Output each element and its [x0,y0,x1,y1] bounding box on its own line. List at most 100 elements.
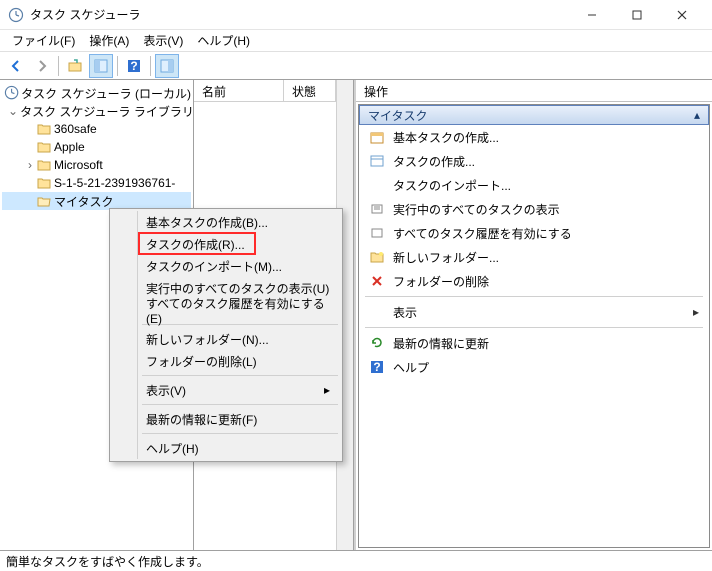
window-title: タスク スケジューラ [30,6,569,23]
expand-icon[interactable]: › [24,158,36,172]
title-bar: タスク スケジューラ [0,0,712,30]
cm-view[interactable]: 表示(V) ▸ [112,379,340,401]
task-icon [369,153,385,169]
tree-library[interactable]: ⌄ タスク スケジューラ ライブラリ [2,102,191,120]
cm-refresh[interactable]: 最新の情報に更新(F) [112,408,340,430]
running-icon [369,201,385,217]
action-label: 実行中のすべてのタスクの表示 [393,201,560,218]
toolbar-separator [117,56,118,76]
toolbar-separator [58,56,59,76]
actions-header-text: マイタスク [368,107,428,124]
tree-item-sid[interactable]: S-1-5-21-2391936761- [2,174,191,192]
close-button[interactable] [659,1,704,29]
action-enable-history[interactable]: すべてのタスク履歴を有効にする [359,221,709,245]
tree-item-apple[interactable]: Apple [2,138,191,156]
cm-create-task[interactable]: タスクの作成(R)... [112,233,340,255]
cm-label: 最新の情報に更新(F) [146,411,257,428]
menu-action[interactable]: 操作(A) [83,30,135,51]
tree-label: 360safe [54,122,97,136]
tree-label: タスク スケジューラ (ローカル) [21,85,191,102]
action-label: タスクのインポート... [393,177,511,194]
tree-root[interactable]: タスク スケジューラ (ローカル) [2,84,191,102]
cm-help[interactable]: ヘルプ(H) [112,437,340,459]
menu-file[interactable]: ファイル(F) [6,30,81,51]
action-label: フォルダーの削除 [393,273,489,290]
cm-separator [142,404,338,405]
actions-header[interactable]: マイタスク ▴ [359,105,709,125]
minimize-button[interactable] [569,1,614,29]
cm-label: 新しいフォルダー(N)... [146,331,269,348]
action-create-task[interactable]: タスクの作成... [359,149,709,173]
col-state[interactable]: 状態 [284,80,336,101]
view-icon [369,304,385,320]
action-label: ヘルプ [393,359,429,376]
action-refresh[interactable]: 最新の情報に更新 [359,331,709,355]
submenu-arrow-icon: ▸ [324,383,330,397]
back-button[interactable] [4,54,28,78]
forward-button[interactable] [30,54,54,78]
cm-separator [142,375,338,376]
action-delete-folder[interactable]: フォルダーの削除 [359,269,709,293]
tree-item-microsoft[interactable]: › Microsoft [2,156,191,174]
show-hide-console-tree-button[interactable] [89,54,113,78]
menu-help[interactable]: ヘルプ(H) [191,30,256,51]
menu-bar: ファイル(F) 操作(A) 表示(V) ヘルプ(H) [0,30,712,52]
maximize-button[interactable] [614,1,659,29]
col-name[interactable]: 名前 [194,80,284,101]
cm-label: ヘルプ(H) [146,440,199,457]
action-label: 表示 [393,304,417,321]
action-create-basic-task[interactable]: 基本タスクの作成... [359,125,709,149]
refresh-icon [369,335,385,351]
cm-import-task[interactable]: タスクのインポート(M)... [112,255,340,277]
tree-label: Microsoft [54,158,103,172]
help-icon[interactable]: ? [122,54,146,78]
tree-label: S-1-5-21-2391936761- [54,176,175,190]
history-icon [369,225,385,241]
cm-label: 表示(V) [146,382,186,399]
up-icon[interactable] [63,54,87,78]
main-area: タスク スケジューラ (ローカル) ⌄ タスク スケジューラ ライブラリ 360… [0,80,712,550]
tree-item-360safe[interactable]: 360safe [2,120,191,138]
cm-delete-folder[interactable]: フォルダーの削除(L) [112,350,340,372]
action-separator [365,296,703,297]
cm-label: タスクのインポート(M)... [146,258,282,275]
action-label: 最新の情報に更新 [393,335,489,352]
task-basic-icon [369,129,385,145]
help-icon: ? [369,359,385,375]
show-hide-action-pane-button[interactable] [155,54,179,78]
cm-create-basic-task[interactable]: 基本タスクの作成(B)... [112,211,340,233]
status-bar: 簡単なタスクをすばやく作成します。 [0,550,712,571]
collapse-icon[interactable]: ▴ [694,108,700,122]
action-view[interactable]: 表示 ▸ [359,300,709,324]
cm-label: すべてのタスク履歴を有効にする(E) [146,295,330,326]
action-help[interactable]: ? ヘルプ [359,355,709,379]
action-label: 基本タスクの作成... [393,129,499,146]
actions-panel: 操作 マイタスク ▴ 基本タスクの作成... タスクの作成... タスクのインポ… [354,80,712,550]
action-label: タスクの作成... [393,153,475,170]
import-icon [369,177,385,193]
svg-text:?: ? [130,59,137,73]
cm-separator [142,433,338,434]
action-show-running[interactable]: 実行中のすべてのタスクの表示 [359,197,709,221]
tree-label: Apple [54,140,85,154]
submenu-arrow-icon: ▸ [693,305,699,319]
action-new-folder[interactable]: 新しいフォルダー... [359,245,709,269]
context-menu: 基本タスクの作成(B)... タスクの作成(R)... タスクのインポート(M)… [109,208,343,462]
menu-view[interactable]: 表示(V) [137,30,189,51]
cm-new-folder[interactable]: 新しいフォルダー(N)... [112,328,340,350]
folder-icon [36,121,52,137]
new-folder-icon [369,249,385,265]
action-import-task[interactable]: タスクのインポート... [359,173,709,197]
status-text: 簡単なタスクをすばやく作成します。 [6,553,209,570]
folder-icon [36,139,52,155]
toolbar: ? [0,52,712,80]
svg-text:?: ? [373,360,380,374]
list-headers: 名前 状態 [194,80,336,102]
tree-label: マイタスク [54,193,114,210]
tree-label: タスク スケジューラ ライブラリ [20,103,194,120]
collapse-icon[interactable]: ⌄ [8,104,18,118]
folder-icon [36,157,52,173]
app-icon [8,7,24,23]
cm-enable-history[interactable]: すべてのタスク履歴を有効にする(E) [112,299,340,321]
action-label: 新しいフォルダー... [393,249,499,266]
